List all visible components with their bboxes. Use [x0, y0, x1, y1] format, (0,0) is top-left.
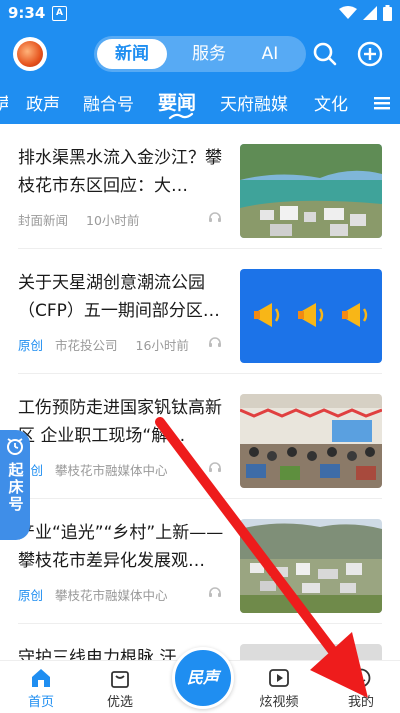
- alarm-clock-icon: [7, 438, 23, 455]
- news-title: 排水渠黑水流入金沙江？攀枝花市东区回应：大…: [18, 148, 222, 196]
- bottom-nav: 首页 优选 民声 炫视频 我的: [0, 647, 400, 713]
- headphones-icon[interactable]: [208, 586, 222, 598]
- news-thumbnail-river: [240, 144, 382, 238]
- signal-icon: [363, 6, 377, 20]
- news-thumbnail-meeting: [240, 394, 382, 488]
- news-thumbnail-megaphones: [240, 269, 382, 363]
- channel-tabs: 声 政声 融合号 要闻 天府融媒 文化: [0, 80, 400, 124]
- wifi-icon: [339, 6, 357, 19]
- news-title: 关于天星湖创意潮流公园（CFP）五一期间部分区…: [18, 273, 220, 321]
- app-logo[interactable]: [13, 37, 47, 71]
- news-meta: 原创 攀枝花市融媒体中心: [18, 460, 182, 479]
- play-video-icon: [269, 669, 289, 687]
- news-meta: 原创 攀枝花市融媒体中心: [18, 585, 182, 604]
- tab-zhengsheng[interactable]: 政声: [26, 90, 60, 115]
- tab-yaowen[interactable]: 要闻: [158, 88, 196, 115]
- tab-ronghehao[interactable]: 融合号: [83, 90, 134, 115]
- add-icon[interactable]: [357, 41, 383, 67]
- headphones-icon[interactable]: [208, 336, 222, 348]
- news-thumbnail-partial: [240, 644, 382, 660]
- nav-selected-label: 优选: [106, 695, 133, 710]
- news-meta: 原创 市花投公司 16小时前: [18, 335, 189, 354]
- nav-video-label: 炫视频: [259, 695, 299, 710]
- news-source: 攀枝花市融媒体中心: [55, 463, 168, 478]
- news-time: 16小时前: [135, 338, 189, 353]
- shopping-bag-icon: [111, 671, 129, 688]
- app-header: 新闻 服务 AI: [0, 28, 400, 80]
- news-title: 工伤预防走进国家钒钛高新区 企业职工现场“解…: [18, 398, 222, 446]
- notification-a-icon: A: [52, 6, 67, 21]
- home-icon: [32, 669, 50, 687]
- tab-cut-left[interactable]: 声: [0, 90, 8, 115]
- nav-video[interactable]: 炫视频: [244, 661, 314, 713]
- battery-icon: [383, 5, 392, 21]
- tab-wenhua[interactable]: 文化: [314, 90, 362, 115]
- nav-selected[interactable]: 优选: [85, 661, 155, 713]
- tabs-menu-button[interactable]: [364, 80, 400, 124]
- menu-icon: [374, 97, 390, 110]
- status-bar: 9:34 A: [0, 0, 400, 28]
- logo-emblem: [17, 41, 43, 67]
- news-meta: 封面新闻 10小时前: [18, 210, 139, 229]
- segment-ai[interactable]: AI: [240, 36, 300, 72]
- morning-call-label: 起床号: [6, 462, 25, 513]
- news-thumbnail-village: [240, 519, 382, 613]
- nav-home-label: 首页: [27, 695, 54, 710]
- segment-news[interactable]: 新闻: [97, 39, 167, 69]
- news-feed: 排水渠黑水流入金沙江？攀枝花市东区回应：大… 封面新闻 10小时前 关于天星湖创…: [0, 124, 400, 660]
- morning-call-badge[interactable]: 起床号: [0, 430, 30, 540]
- original-badge: 原创: [18, 588, 44, 603]
- tab-active-indicator: [168, 112, 194, 120]
- search-icon[interactable]: [312, 41, 338, 67]
- news-item[interactable]: 工伤预防走进国家钒钛高新区 企业职工现场“解… 原创 攀枝花市融媒体中心: [0, 374, 400, 498]
- nav-home[interactable]: 首页: [6, 661, 76, 713]
- segment-service[interactable]: 服务: [174, 36, 244, 72]
- system-icons: [339, 5, 392, 21]
- news-title: 产业“追光”“乡村”上新——攀枝花市差异化发展观…: [18, 523, 224, 571]
- nav-mine[interactable]: 我的: [326, 661, 396, 713]
- original-badge: 原创: [18, 338, 44, 353]
- section-switcher: 新闻 服务 AI: [94, 36, 306, 72]
- nav-mine-label: 我的: [347, 695, 374, 710]
- news-item[interactable]: 产业“追光”“乡村”上新——攀枝花市差异化发展观… 原创 攀枝花市融媒体中心: [0, 499, 400, 623]
- news-source: 封面新闻: [18, 213, 69, 228]
- nav-minsheng-button[interactable]: 民声: [172, 647, 234, 709]
- news-item[interactable]: 关于天星湖创意潮流公园（CFP）五一期间部分区… 原创 市花投公司 16小时前: [0, 249, 400, 373]
- status-time: 9:34: [8, 4, 46, 22]
- news-source: 攀枝花市融媒体中心: [55, 588, 168, 603]
- profile-icon: [351, 668, 371, 688]
- headphones-icon[interactable]: [208, 461, 222, 473]
- news-item[interactable]: 排水渠黑水流入金沙江？攀枝花市东区回应：大… 封面新闻 10小时前: [0, 124, 400, 248]
- news-time: 10小时前: [86, 213, 140, 228]
- news-source: 市花投公司: [55, 338, 118, 353]
- headphones-icon[interactable]: [208, 211, 222, 223]
- tab-tianfu-rongmei[interactable]: 天府融媒: [220, 90, 288, 115]
